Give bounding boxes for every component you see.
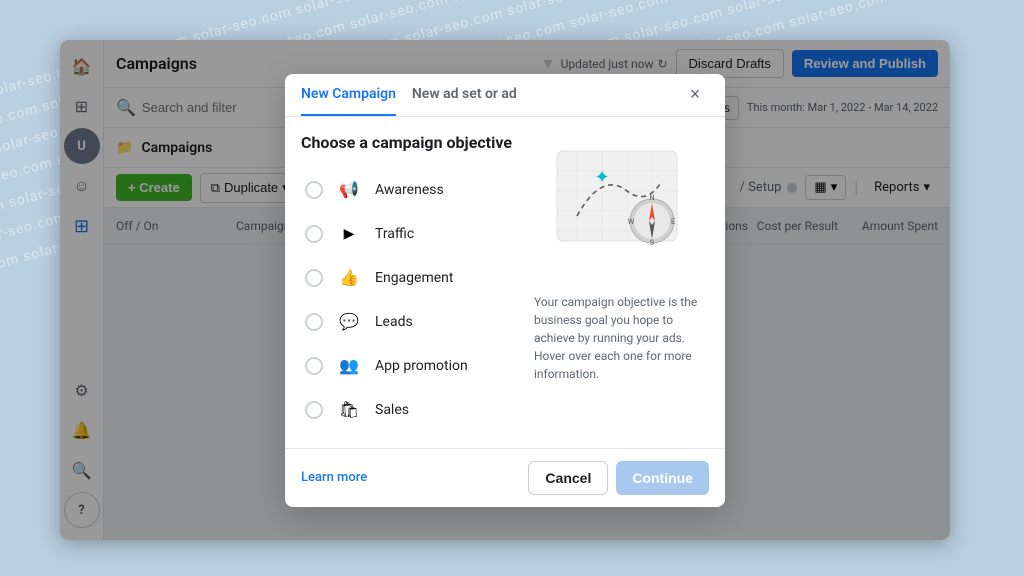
radio-sales[interactable]	[305, 401, 323, 419]
leads-icon: 💬	[335, 308, 363, 336]
objective-engagement[interactable]: 👍 Engagement	[301, 256, 534, 300]
objective-traffic[interactable]: ▶ Traffic	[301, 212, 534, 256]
radio-awareness[interactable]	[305, 181, 323, 199]
modal-footer: Learn more Cancel Continue	[285, 448, 725, 507]
traffic-label: Traffic	[375, 226, 414, 242]
radio-engagement[interactable]	[305, 269, 323, 287]
radio-app-promotion[interactable]	[305, 357, 323, 375]
modal-tabs: New Campaign New ad set or ad ×	[285, 74, 725, 117]
illustration-description: Your campaign objective is the business …	[534, 293, 709, 383]
app-promotion-icon: 👥	[335, 352, 363, 380]
objectives-title: Choose a campaign objective	[301, 133, 534, 152]
sales-label: Sales	[375, 402, 409, 418]
leads-label: Leads	[375, 314, 413, 330]
svg-text:N: N	[649, 194, 654, 202]
tab-new-ad-set[interactable]: New ad set or ad	[412, 74, 517, 116]
awareness-label: Awareness	[375, 182, 444, 198]
footer-buttons: Cancel Continue	[528, 461, 709, 495]
objective-app-promotion[interactable]: 👥 App promotion	[301, 344, 534, 388]
objective-leads[interactable]: 💬 Leads	[301, 300, 534, 344]
modal-overlay[interactable]: New Campaign New ad set or ad × Choose a…	[60, 40, 950, 540]
app-container: 🏠 ⊞ U ☺ ⊞ ⚙ 🔔 🔍 ? Campaigns ▾ Updated ju…	[60, 40, 950, 540]
illustration-section: ✦ N S W E Your campaign objective is the	[534, 133, 709, 432]
modal-close-button[interactable]: ×	[681, 81, 709, 109]
tab-new-campaign[interactable]: New Campaign	[301, 74, 396, 116]
continue-button[interactable]: Continue	[616, 461, 709, 495]
traffic-icon: ▶	[335, 220, 363, 248]
svg-text:W: W	[627, 218, 634, 226]
svg-text:E: E	[671, 218, 675, 226]
modal-body: Choose a campaign objective 📢 Awareness …	[285, 117, 725, 448]
svg-text:S: S	[649, 239, 653, 247]
app-promotion-label: App promotion	[375, 358, 468, 374]
cancel-button[interactable]: Cancel	[528, 461, 608, 495]
sales-icon: 🛍	[335, 396, 363, 424]
objective-awareness[interactable]: 📢 Awareness	[301, 168, 534, 212]
objective-sales[interactable]: 🛍 Sales	[301, 388, 534, 432]
objectives-section: Choose a campaign objective 📢 Awareness …	[301, 133, 534, 432]
learn-more-link[interactable]: Learn more	[301, 470, 367, 485]
compass-illustration: ✦ N S W E	[547, 141, 697, 281]
engagement-label: Engagement	[375, 270, 453, 286]
engagement-icon: 👍	[335, 264, 363, 292]
radio-leads[interactable]	[305, 313, 323, 331]
awareness-icon: 📢	[335, 176, 363, 204]
radio-traffic[interactable]	[305, 225, 323, 243]
modal: New Campaign New ad set or ad × Choose a…	[285, 74, 725, 507]
svg-text:✦: ✦	[594, 167, 609, 188]
